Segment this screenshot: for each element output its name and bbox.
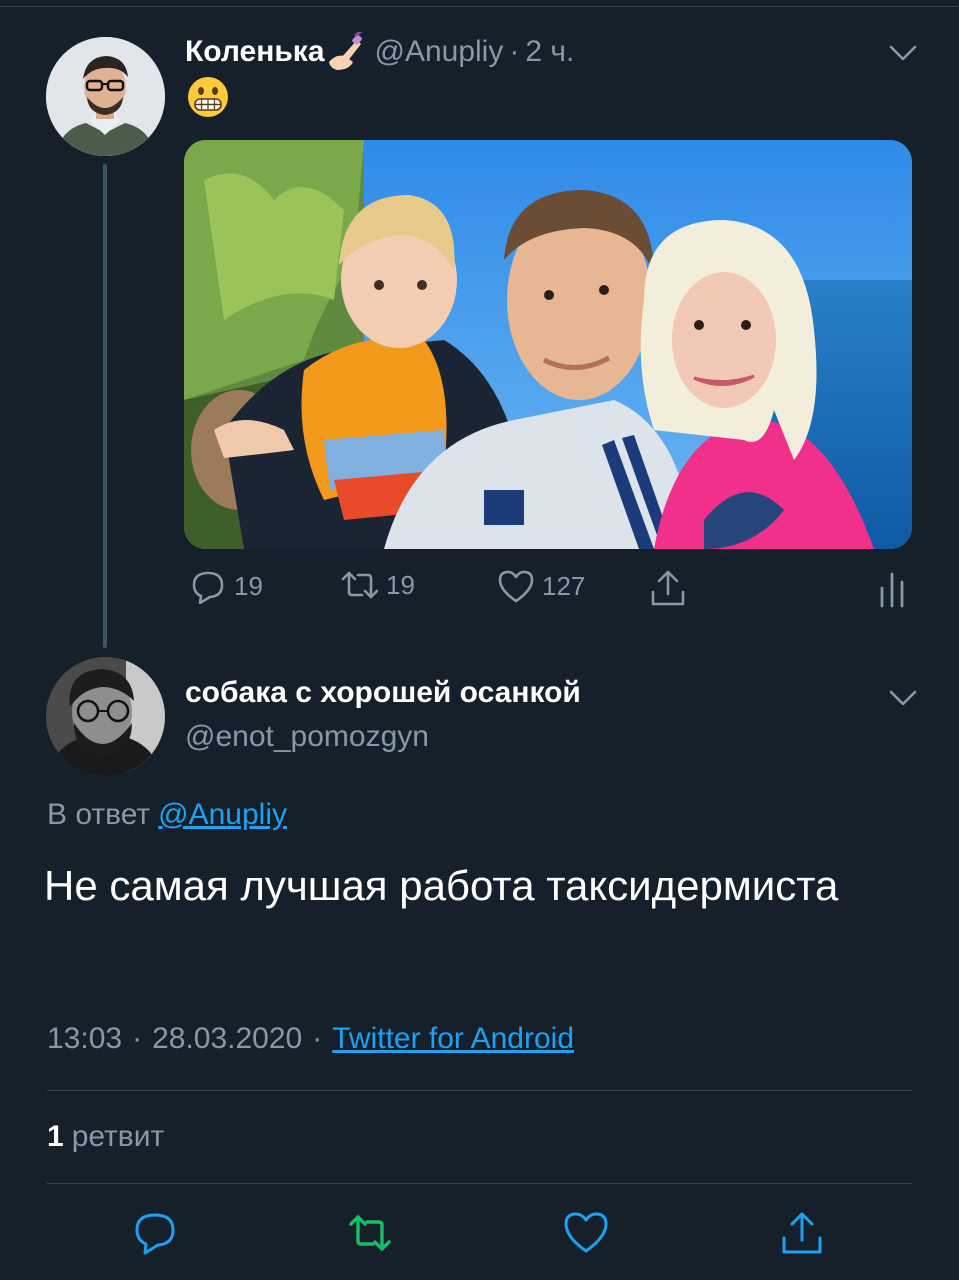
tweet-photo[interactable] <box>184 140 912 549</box>
heart-icon <box>498 570 534 603</box>
author-name[interactable]: Коленька <box>185 35 325 69</box>
share-icon <box>651 570 685 606</box>
chevron-down-icon[interactable] <box>888 43 918 63</box>
reply-text: Не самая лучшая работа таксидермиста <box>44 862 839 909</box>
chevron-down-icon[interactable] <box>888 688 918 708</box>
tweet-date: 28.03.2020 <box>152 1022 303 1055</box>
retweet-action[interactable]: 19 <box>340 568 415 602</box>
replying-label: В ответ <box>47 798 151 831</box>
analytics-icon <box>880 572 904 608</box>
tweet-time[interactable]: 2 ч. <box>525 35 574 69</box>
analytics-action[interactable] <box>878 570 912 608</box>
share-icon[interactable] <box>779 1210 825 1256</box>
tweet-timestamp: 13:03 <box>47 1022 123 1055</box>
retweet-count: 19 <box>386 569 415 600</box>
like-count: 127 <box>542 570 586 601</box>
heart-icon[interactable] <box>563 1210 609 1256</box>
replying-to: В ответ @Anupliy <box>47 798 287 832</box>
reply-icon <box>192 571 224 604</box>
reply-action-bar <box>0 1210 959 1258</box>
replying-to-link[interactable]: @Anupliy <box>158 798 287 831</box>
reply-icon[interactable] <box>132 1210 178 1256</box>
share-action[interactable] <box>648 568 694 608</box>
separator-dot: · <box>132 1022 143 1055</box>
tweet-source-link[interactable]: Twitter for Android <box>332 1022 574 1055</box>
retweet-stats[interactable]: 1 ретвит <box>47 1120 164 1154</box>
reply-author-name[interactable]: собака с хорошей осанкой <box>185 676 581 710</box>
author-handle[interactable]: @Anupliy <box>375 35 504 69</box>
grimacing-face-icon <box>188 77 228 117</box>
divider <box>47 1183 912 1184</box>
separator-dot: · <box>509 35 520 68</box>
retweet-icon <box>341 571 379 599</box>
divider <box>47 1090 912 1091</box>
reply-author-handle[interactable]: @enot_pomozgyn <box>185 720 429 754</box>
reply-count: 19 <box>234 570 263 601</box>
tweet-action-bar: 19 19 127 <box>0 566 959 610</box>
top-divider <box>0 0 959 7</box>
retweet-icon[interactable] <box>347 1210 393 1256</box>
tweet-header: Коленька @Anupliy · 2 ч. <box>185 26 574 74</box>
reply-action[interactable]: 19 <box>188 568 263 604</box>
separator-dot: · <box>312 1022 323 1055</box>
tweet-meta: 13:03 · 28.03.2020 · Twitter for Android <box>47 1022 574 1056</box>
author-avatar[interactable] <box>46 37 165 156</box>
retweet-stat-label: ретвит <box>71 1120 165 1153</box>
reply-author-avatar[interactable] <box>46 657 165 776</box>
nail-polish-icon <box>327 26 367 72</box>
retweet-stat-count: 1 <box>47 1120 64 1153</box>
like-action[interactable]: 127 <box>496 568 585 604</box>
